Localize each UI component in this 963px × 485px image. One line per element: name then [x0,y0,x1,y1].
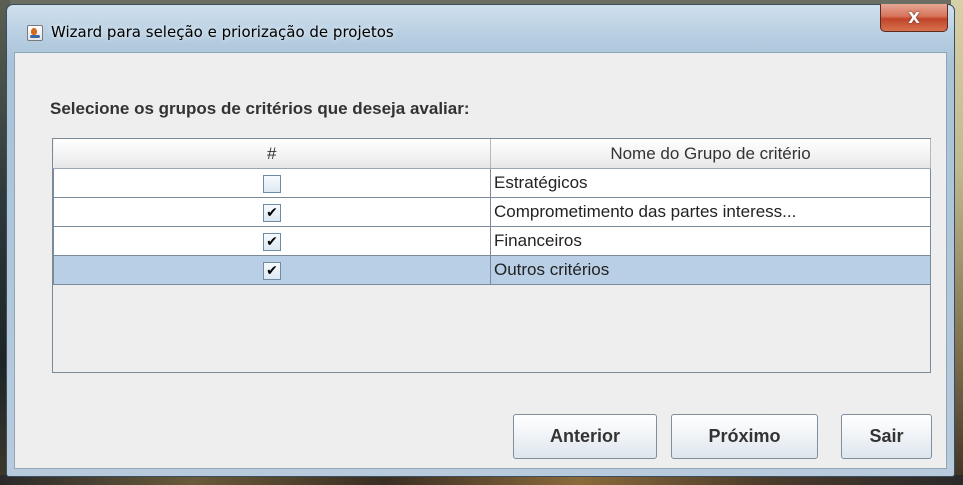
group-name-cell[interactable]: Estratégicos [490,168,931,198]
group-name-cell[interactable]: Financeiros [490,226,931,256]
group-name-cell[interactable]: Comprometimento das partes interess... [490,197,931,227]
client-area: Selecione os grupos de critérios que des… [14,52,947,469]
table-row-selected[interactable]: ✔ Outros critérios [53,255,931,285]
column-header-check[interactable]: # [53,139,491,169]
column-header-group-name[interactable]: Nome do Grupo de critério [490,139,931,169]
instruction-label: Selecione os grupos de critérios que des… [50,99,470,118]
previous-button[interactable]: Anterior [513,414,657,459]
check-cell[interactable]: ✔ [53,197,491,227]
exit-button[interactable]: Sair [841,414,932,459]
title-bar[interactable]: Wizard para seleção e priorização de pro… [7,4,954,53]
criteria-table: # Nome do Grupo de critério Estratégicos… [53,139,931,285]
group-name-cell[interactable]: Outros critérios [490,255,931,285]
close-button[interactable]: X [880,4,948,32]
table-row[interactable]: ✔ Comprometimento das partes interess... [53,197,931,227]
row-checkbox[interactable] [263,174,281,193]
row-checkbox[interactable]: ✔ [263,232,281,251]
row-checkbox[interactable]: ✔ [263,261,281,280]
check-cell[interactable] [53,168,491,198]
check-cell[interactable]: ✔ [53,226,491,256]
check-cell[interactable]: ✔ [53,255,491,285]
next-button[interactable]: Próximo [671,414,818,459]
window-title: Wizard para seleção e priorização de pro… [51,23,394,41]
table-row[interactable]: Estratégicos [53,168,931,198]
table-header-row: # Nome do Grupo de critério [53,139,931,169]
criteria-group-table: # Nome do Grupo de critério Estratégicos… [52,138,931,373]
row-checkbox[interactable]: ✔ [263,203,281,222]
close-icon: X [908,8,920,27]
java-app-icon[interactable] [27,25,43,41]
wizard-window: Wizard para seleção e priorização de pro… [6,4,955,477]
table-row[interactable]: ✔ Financeiros [53,226,931,256]
